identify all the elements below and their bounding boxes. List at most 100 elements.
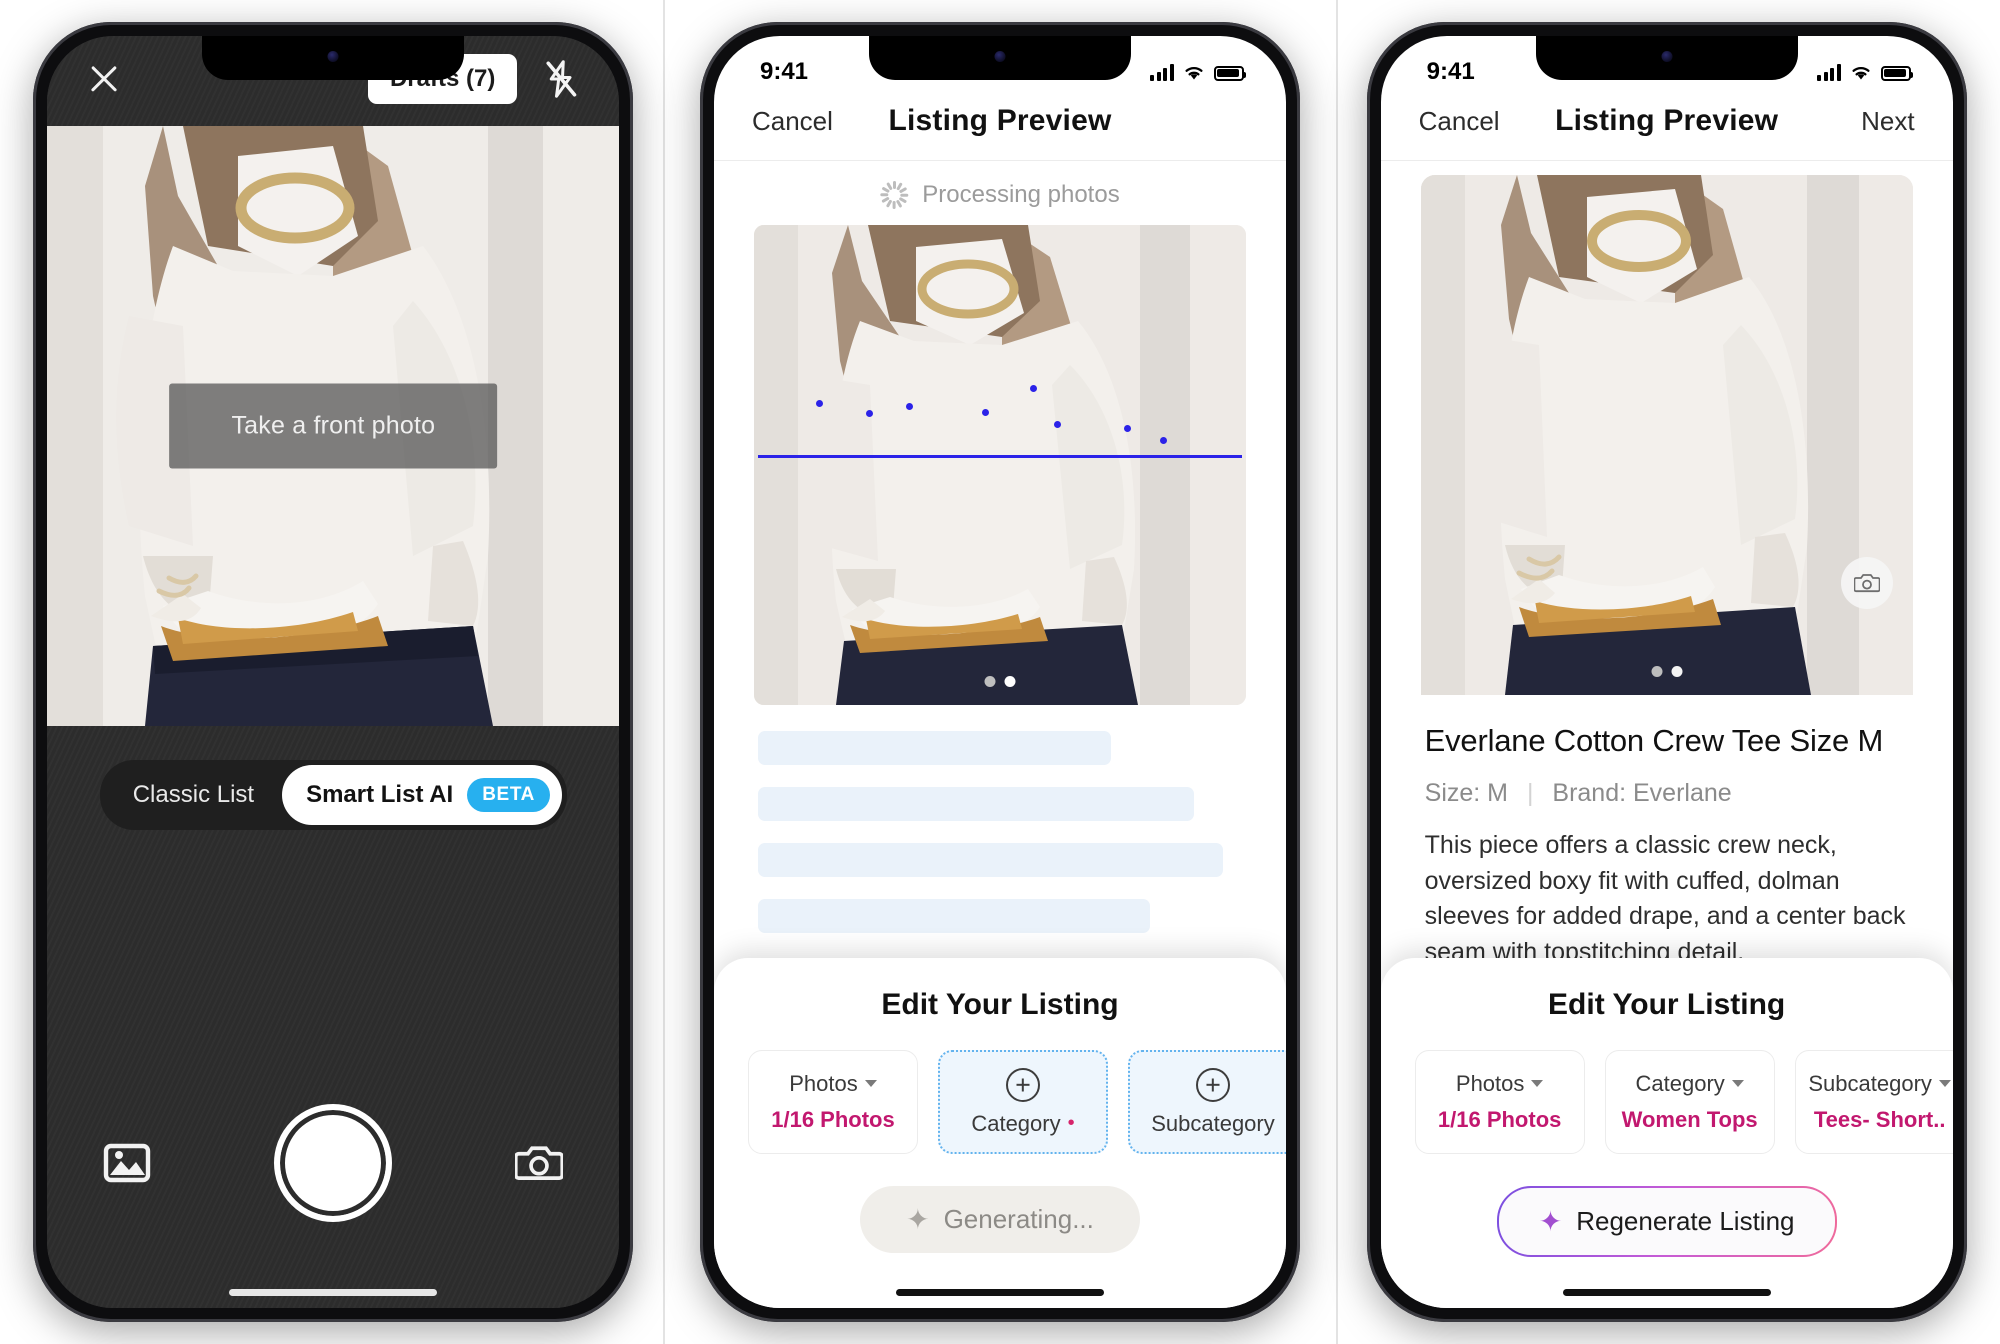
listing-title: Everlane Cotton Crew Tee Size M xyxy=(1424,723,1884,758)
processing-status: Processing photos xyxy=(714,161,1286,225)
wifi-icon xyxy=(1183,64,1205,81)
chip-photos-value: 1/16 Photos xyxy=(771,1106,895,1132)
page-title: Listing Preview xyxy=(888,104,1112,137)
nav-bar: Cancel Listing Preview xyxy=(713,94,1286,161)
camera-viewfinder[interactable]: Take a front photo xyxy=(47,126,620,726)
status-bar: 9:41 xyxy=(714,36,1286,94)
close-x-icon[interactable] xyxy=(87,62,121,96)
phone-listing-generated: 9:41 Cancel Listing Preview Next Everlan… xyxy=(1366,22,1967,1322)
listing-photo-card[interactable] xyxy=(1420,175,1913,695)
phone-camera: Drafts (7) xyxy=(33,22,634,1322)
wifi-icon xyxy=(1850,64,1872,81)
chip-photos-label: Photos xyxy=(789,1070,858,1096)
chip-category-value: Women Tops xyxy=(1621,1106,1758,1132)
home-indicator xyxy=(229,1289,438,1296)
next-button[interactable]: Next xyxy=(1825,106,1914,137)
skeleton-line xyxy=(757,731,1112,765)
chip-category[interactable]: Category Women Tops xyxy=(1604,1050,1775,1154)
photo-page-dots[interactable] xyxy=(984,676,1016,687)
edit-listing-sheet: Edit Your Listing Photos 1/16 Photos Cat… xyxy=(1380,958,1953,1308)
mode-option-smart-list-ai[interactable]: Smart List AI BETA xyxy=(282,765,562,825)
edit-chip-row[interactable]: Photos 1/16 Photos Category • Subcategor… xyxy=(714,1050,1286,1154)
regenerate-listing-button[interactable]: ✦ Regenerate Listing xyxy=(1497,1186,1837,1257)
three-phone-mockup: Drafts (7) xyxy=(0,0,2000,1344)
listing-preview-screen: 9:41 Cancel Listing Preview Next Everlan… xyxy=(1380,36,1953,1308)
listing-meta: Size: M | Brand: Everlane xyxy=(1425,779,1909,808)
sheet-action-row: ✦ Regenerate Listing xyxy=(1381,1186,1953,1257)
chip-subcategory[interactable]: Subcategory xyxy=(1127,1050,1286,1154)
sheet-title: Edit Your Listing xyxy=(881,988,1119,1021)
status-time: 9:41 xyxy=(1426,58,1475,85)
generating-button[interactable]: ✦ Generating... xyxy=(860,1186,1140,1253)
listing-brand: Brand: Everlane xyxy=(1552,779,1732,807)
skeleton-line xyxy=(757,787,1194,821)
skeleton-line xyxy=(757,899,1151,933)
regenerate-listing-label: Regenerate Listing xyxy=(1576,1206,1795,1236)
camera-icon[interactable] xyxy=(1840,557,1893,609)
status-indicators xyxy=(1817,63,1913,81)
processing-label: Processing photos xyxy=(922,181,1120,208)
nav-bar: Cancel Listing Preview Next xyxy=(1380,94,1953,161)
loading-skeleton xyxy=(714,705,1286,955)
photo-library-icon[interactable] xyxy=(103,1141,151,1185)
chip-subcategory-label: Subcategory xyxy=(1151,1110,1275,1136)
flash-off-icon[interactable] xyxy=(543,59,579,99)
battery-icon xyxy=(1880,65,1913,81)
page-title: Listing Preview xyxy=(1555,104,1779,137)
loading-spinner-icon xyxy=(880,181,909,209)
listing-photo-card[interactable] xyxy=(753,225,1246,705)
sheet-title: Edit Your Listing xyxy=(1548,988,1786,1021)
chip-category-label: Category xyxy=(971,1110,1061,1136)
status-indicators xyxy=(1150,63,1246,81)
chip-subcategory-value: Tees- Short.. xyxy=(1813,1106,1946,1132)
chip-category-label: Category xyxy=(1635,1070,1725,1096)
chip-subcategory[interactable]: Subcategory Tees- Short.. xyxy=(1794,1050,1953,1154)
flip-camera-icon[interactable] xyxy=(515,1141,564,1185)
plus-circle-icon xyxy=(1005,1067,1040,1102)
status-bar: 9:41 xyxy=(1381,36,1953,94)
cancel-button[interactable]: Cancel xyxy=(752,106,842,137)
camera-screen: Drafts (7) xyxy=(47,36,620,1308)
plus-circle-icon xyxy=(1195,1067,1230,1102)
chip-photos-label: Photos xyxy=(1455,1070,1525,1096)
listing-description: This piece offers a classic crew neck, o… xyxy=(1424,831,1906,966)
panel-divider-2 xyxy=(1336,0,1338,1344)
generating-button-label: Generating... xyxy=(943,1204,1094,1234)
shutter-button[interactable] xyxy=(274,1104,393,1222)
edit-listing-sheet: Edit Your Listing Photos 1/16 Photos Cat… xyxy=(713,958,1286,1308)
sheet-action-row: ✦ Generating... xyxy=(714,1186,1286,1253)
chevron-down-icon xyxy=(1938,1080,1951,1088)
sparkle-icon: ✦ xyxy=(906,1204,930,1235)
photo-page-dots[interactable] xyxy=(1651,666,1683,677)
device-notch xyxy=(202,36,465,80)
meta-divider: | xyxy=(1526,779,1534,807)
mode-option-smart-list-label: Smart List AI xyxy=(306,781,454,808)
home-indicator xyxy=(1562,1289,1771,1296)
chip-photos[interactable]: Photos 1/16 Photos xyxy=(747,1050,918,1154)
listing-photo xyxy=(1420,175,1913,695)
chevron-down-icon xyxy=(864,1080,877,1088)
battery-icon xyxy=(1213,65,1246,81)
cellular-signal-icon xyxy=(1817,63,1841,81)
mode-option-classic-list[interactable]: Classic List xyxy=(105,767,282,823)
skeleton-line xyxy=(757,843,1223,877)
sparkle-icon: ✦ xyxy=(1538,1206,1563,1237)
viewfinder-hint: Take a front photo xyxy=(169,383,498,469)
beta-badge: BETA xyxy=(467,778,550,812)
cellular-signal-icon xyxy=(1150,63,1174,81)
panel-divider-1 xyxy=(663,0,665,1344)
home-indicator xyxy=(895,1289,1104,1296)
cancel-button[interactable]: Cancel xyxy=(1419,106,1509,137)
phone-listing-processing: 9:41 Cancel Listing Preview Processing p… xyxy=(699,22,1300,1322)
listing-photo xyxy=(753,225,1246,705)
edit-chip-row[interactable]: Photos 1/16 Photos Category Women Tops S… xyxy=(1381,1050,1953,1154)
chip-subcategory-label: Subcategory xyxy=(1808,1070,1932,1096)
required-star: • xyxy=(1067,1112,1075,1134)
chevron-down-icon xyxy=(1731,1080,1744,1088)
status-time: 9:41 xyxy=(759,58,809,85)
camera-controls xyxy=(47,1078,619,1308)
chip-category[interactable]: Category • xyxy=(937,1050,1108,1154)
listing-size: Size: M xyxy=(1424,779,1508,807)
listing-preview-screen: 9:41 Cancel Listing Preview Processing p… xyxy=(713,36,1286,1308)
chip-photos[interactable]: Photos 1/16 Photos xyxy=(1414,1050,1585,1154)
